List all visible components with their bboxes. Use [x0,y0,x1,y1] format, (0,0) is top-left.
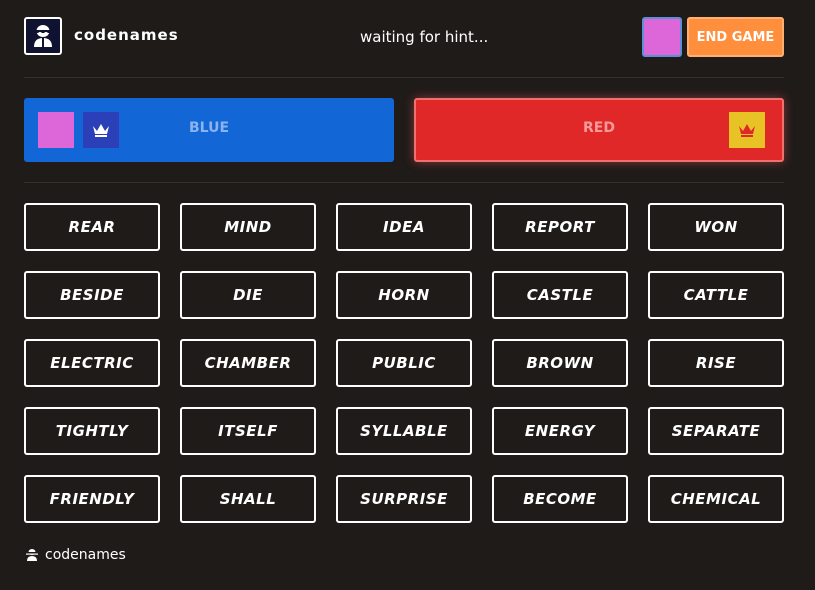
word-card[interactable]: FRIENDLY [24,475,160,523]
word-card[interactable]: ITSELF [180,407,316,455]
word-card[interactable]: DIE [180,271,316,319]
team-red-label: RED [583,120,615,136]
spy-logo-icon[interactable] [24,17,62,55]
word-card[interactable]: IDEA [336,203,472,251]
word-card[interactable]: REAR [24,203,160,251]
word-card[interactable]: MIND [180,203,316,251]
word-card[interactable]: ELECTRIC [24,339,160,387]
word-card[interactable]: HORN [336,271,472,319]
crown-icon [729,112,765,148]
word-card[interactable]: SYLLABLE [336,407,472,455]
teams-divider [24,182,784,183]
word-card[interactable]: CASTLE [492,271,628,319]
word-card[interactable]: RISE [648,339,784,387]
word-card[interactable]: REPORT [492,203,628,251]
header: codenames waiting for hint... END GAME [24,17,784,57]
word-card[interactable]: SHALL [180,475,316,523]
word-card[interactable]: BECOME [492,475,628,523]
word-card[interactable]: WON [648,203,784,251]
footer: codenames [24,546,126,564]
game-status: waiting for hint... [360,28,489,46]
brand-title: codenames [74,26,179,44]
player-color-button[interactable] [642,17,682,57]
header-divider [24,77,784,78]
team-blue[interactable]: BLUE [24,98,394,162]
word-card[interactable]: CHAMBER [180,339,316,387]
word-card[interactable]: TIGHTLY [24,407,160,455]
word-card[interactable]: CHEMICAL [648,475,784,523]
word-card[interactable]: SEPARATE [648,407,784,455]
word-card[interactable]: BROWN [492,339,628,387]
word-card[interactable]: PUBLIC [336,339,472,387]
spy-icon [24,547,40,563]
team-blue-label: BLUE [188,120,230,136]
end-game-button[interactable]: END GAME [687,17,784,57]
word-card[interactable]: CATTLE [648,271,784,319]
word-card[interactable]: SURPRISE [336,475,472,523]
word-card[interactable]: ENERGY [492,407,628,455]
footer-brand[interactable]: codenames [45,547,126,563]
codenames-page: codenames waiting for hint... END GAME B… [0,0,815,590]
word-card[interactable]: BESIDE [24,271,160,319]
team-red[interactable]: RED [414,98,784,162]
